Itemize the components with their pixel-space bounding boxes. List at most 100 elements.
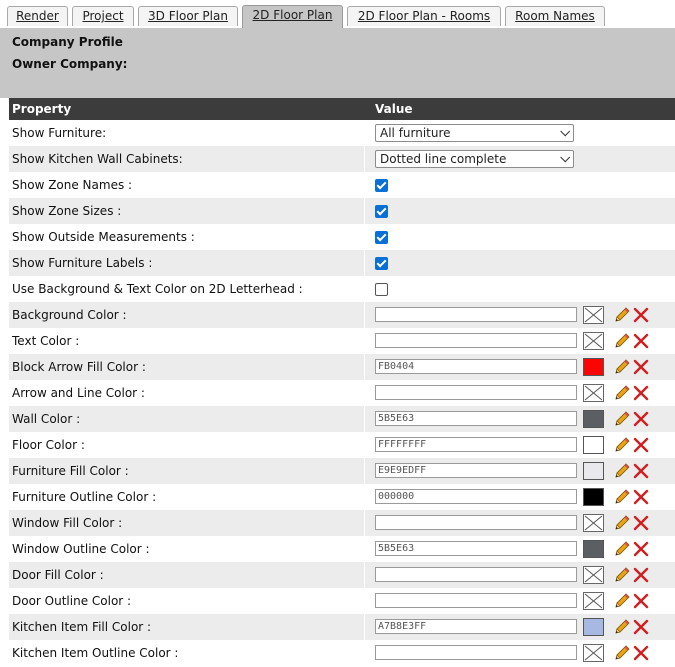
no-color-icon[interactable]: [583, 644, 604, 662]
pencil-icon[interactable]: [613, 306, 631, 324]
value-cell: [365, 380, 675, 406]
pencil-icon[interactable]: [613, 332, 631, 350]
property-checkbox[interactable]: [375, 257, 388, 270]
color-input[interactable]: [375, 593, 577, 608]
pencil-icon[interactable]: [613, 488, 631, 506]
color-swatch[interactable]: [583, 540, 604, 558]
property-checkbox[interactable]: [375, 205, 388, 218]
pencil-icon[interactable]: [613, 410, 631, 428]
table-row: Show Furniture: All furniture: [9, 120, 675, 146]
tab-room-names[interactable]: Room Names: [505, 6, 605, 26]
pencil-icon[interactable]: [613, 514, 631, 532]
color-swatch[interactable]: [583, 488, 604, 506]
value-cell: 5B5E63: [365, 536, 675, 562]
pencil-icon[interactable]: [613, 618, 631, 636]
color-input[interactable]: [375, 645, 577, 660]
property-checkbox[interactable]: [375, 179, 388, 192]
no-color-icon[interactable]: [583, 566, 604, 584]
delete-x-icon[interactable]: [632, 410, 650, 428]
pencil-icon[interactable]: [613, 566, 631, 584]
property-select[interactable]: All furniture: [375, 124, 574, 142]
company-profile-label: Company Profile: [12, 35, 123, 49]
property-label: Furniture Outline Color :: [12, 490, 157, 504]
color-swatch[interactable]: [583, 358, 604, 376]
value-cell: FFFFFFFF: [365, 432, 675, 458]
color-input[interactable]: 5B5E63: [375, 541, 577, 556]
table-row: Kitchen Item Fill Color : A7B8E3FF: [9, 614, 675, 640]
table-row: Arrow and Line Color :: [9, 380, 675, 406]
delete-x-icon[interactable]: [632, 332, 650, 350]
color-input[interactable]: FFFFFFFF: [375, 437, 577, 452]
delete-x-icon[interactable]: [632, 540, 650, 558]
color-input[interactable]: [375, 567, 577, 582]
color-input[interactable]: FB0404: [375, 359, 577, 374]
chevron-down-icon: [560, 126, 571, 137]
color-swatch[interactable]: [583, 462, 604, 480]
delete-x-icon[interactable]: [632, 644, 650, 662]
pencil-icon[interactable]: [613, 592, 631, 610]
header-value: Value: [375, 102, 413, 116]
delete-x-icon[interactable]: [632, 566, 650, 584]
property-grid: Property Value Show Furniture: All furnit…: [9, 98, 675, 666]
no-color-icon[interactable]: [583, 514, 604, 532]
delete-x-icon[interactable]: [632, 436, 650, 454]
color-input[interactable]: [375, 385, 577, 400]
delete-x-icon[interactable]: [632, 618, 650, 636]
table-row: Show Kitchen Wall Cabinets: Dotted line c…: [9, 146, 675, 172]
pencil-icon[interactable]: [613, 462, 631, 480]
tab-2d-floor-plan-rooms[interactable]: 2D Floor Plan - Rooms: [347, 6, 501, 26]
company-panel: Company Profile Owner Company:: [0, 28, 675, 98]
pencil-icon[interactable]: [613, 384, 631, 402]
color-input[interactable]: [375, 333, 577, 348]
color-input[interactable]: E9E9EDFF: [375, 463, 577, 478]
value-cell: All furniture: [365, 120, 675, 146]
color-input[interactable]: A7B8E3FF: [375, 619, 577, 634]
tab-2d-floor-plan[interactable]: 2D Floor Plan: [242, 5, 343, 28]
tab-render[interactable]: Render: [7, 6, 68, 26]
property-checkbox[interactable]: [375, 231, 388, 244]
value-cell: [365, 224, 675, 250]
property-label: Show Furniture Labels :: [12, 256, 153, 270]
delete-x-icon[interactable]: [632, 462, 650, 480]
property-label: Show Zone Names :: [12, 178, 133, 192]
property-label: Show Kitchen Wall Cabinets:: [12, 152, 183, 166]
delete-x-icon[interactable]: [632, 384, 650, 402]
property-label: Window Outline Color :: [12, 542, 150, 556]
delete-x-icon[interactable]: [632, 306, 650, 324]
table-row: Background Color :: [9, 302, 675, 328]
color-swatch[interactable]: [583, 410, 604, 428]
color-input[interactable]: 5B5E63: [375, 411, 577, 426]
value-cell: [365, 198, 675, 224]
value-cell: [365, 562, 675, 588]
no-color-icon[interactable]: [583, 592, 604, 610]
value-cell: [365, 328, 675, 354]
color-swatch[interactable]: [583, 618, 604, 636]
value-cell: A7B8E3FF: [365, 614, 675, 640]
property-checkbox[interactable]: [375, 283, 388, 296]
tab-3d-floor-plan[interactable]: 3D Floor Plan: [138, 6, 238, 26]
delete-x-icon[interactable]: [632, 592, 650, 610]
delete-x-icon[interactable]: [632, 358, 650, 376]
pencil-icon[interactable]: [613, 358, 631, 376]
property-label: Use Background & Text Color on 2D Letter…: [12, 282, 303, 296]
no-color-icon[interactable]: [583, 332, 604, 350]
table-row: Furniture Fill Color : E9E9EDFF: [9, 458, 675, 484]
property-label: Kitchen Item Outline Color :: [12, 646, 179, 660]
delete-x-icon[interactable]: [632, 488, 650, 506]
pencil-icon[interactable]: [613, 644, 631, 662]
color-swatch[interactable]: [583, 436, 604, 454]
value-cell: [365, 172, 675, 198]
table-row: Show Zone Names :: [9, 172, 675, 198]
pencil-icon[interactable]: [613, 436, 631, 454]
table-row: Kitchen Item Outline Color :: [9, 640, 675, 666]
property-select[interactable]: Dotted line complete: [375, 150, 574, 168]
delete-x-icon[interactable]: [632, 514, 650, 532]
color-input[interactable]: [375, 515, 577, 530]
color-input[interactable]: [375, 307, 577, 322]
no-color-icon[interactable]: [583, 384, 604, 402]
no-color-icon[interactable]: [583, 306, 604, 324]
tab-project[interactable]: Project: [72, 6, 134, 26]
color-input[interactable]: 000000: [375, 489, 577, 504]
pencil-icon[interactable]: [613, 540, 631, 558]
property-label: Show Zone Sizes :: [12, 204, 122, 218]
